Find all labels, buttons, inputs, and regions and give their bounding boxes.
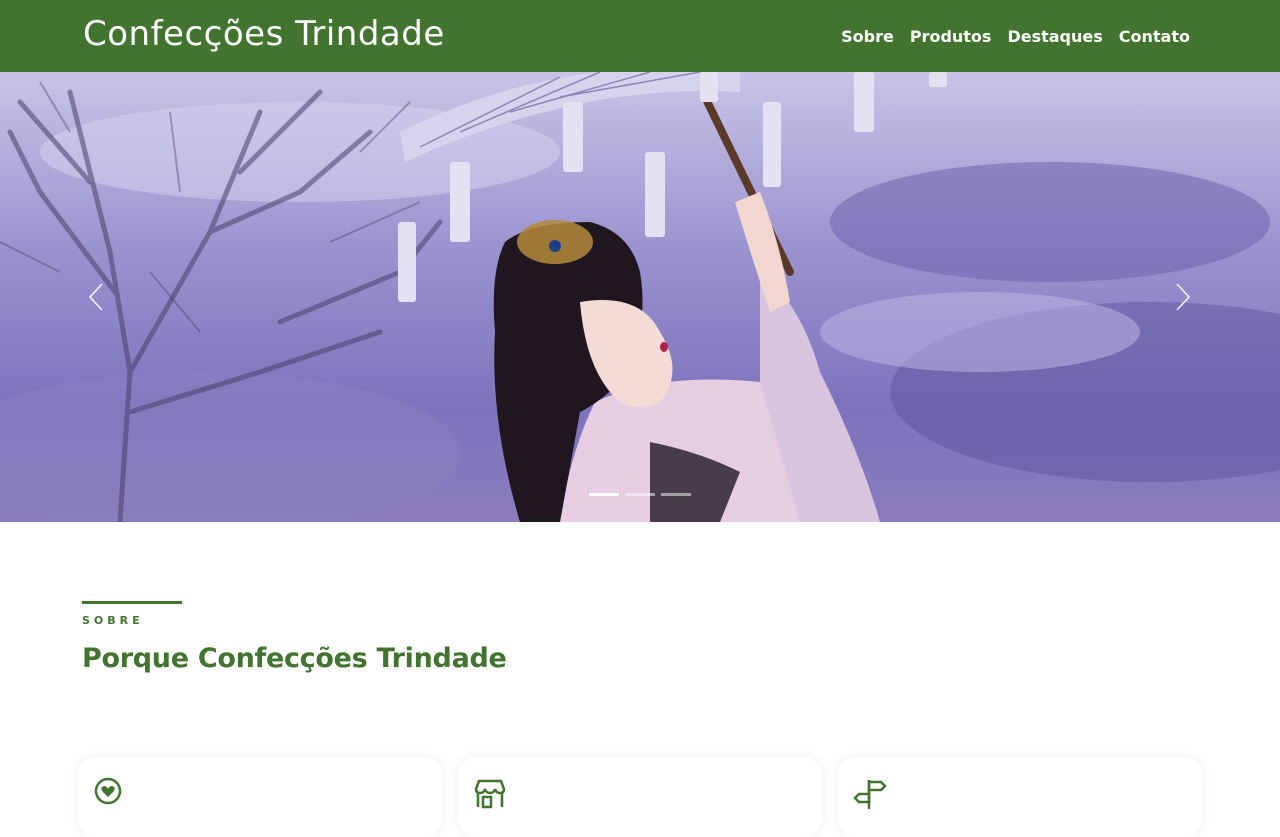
nav-links: Sobre Produtos Destaques Contato — [841, 27, 1190, 46]
carousel-indicator-1[interactable] — [589, 493, 619, 496]
carousel-indicator-2[interactable] — [625, 493, 655, 496]
carousel-indicator-3[interactable] — [661, 493, 691, 496]
nav-link-produtos[interactable]: Produtos — [910, 27, 992, 46]
signpost-icon — [853, 780, 887, 809]
about-section: SOBRE Porque Confecções Trindade — [82, 601, 1202, 674]
navbar: Confecções Trindade Sobre Produtos Desta… — [0, 0, 1280, 72]
section-eyebrow: SOBRE — [82, 614, 144, 627]
nav-link-sobre[interactable]: Sobre — [841, 27, 894, 46]
feature-card — [458, 757, 822, 837]
nav-link-contato[interactable]: Contato — [1119, 27, 1190, 46]
heart-location-icon — [94, 777, 122, 805]
carousel-prev-button[interactable] — [76, 277, 116, 317]
chevron-left-icon — [88, 283, 103, 311]
carousel-indicators — [589, 493, 691, 496]
chevron-right-icon — [1176, 283, 1191, 311]
hero-image — [0, 72, 1280, 522]
feature-cards — [78, 757, 1202, 837]
hero-carousel — [0, 72, 1280, 522]
section-divider — [82, 601, 182, 604]
carousel-next-button[interactable] — [1163, 277, 1203, 317]
section-title: Porque Confecções Trindade — [82, 643, 507, 674]
feature-card — [838, 757, 1202, 837]
store-icon — [474, 779, 506, 809]
brand-logo[interactable]: Confecções Trindade — [83, 14, 445, 54]
nav-link-destaques[interactable]: Destaques — [1007, 27, 1102, 46]
feature-card — [78, 757, 442, 837]
